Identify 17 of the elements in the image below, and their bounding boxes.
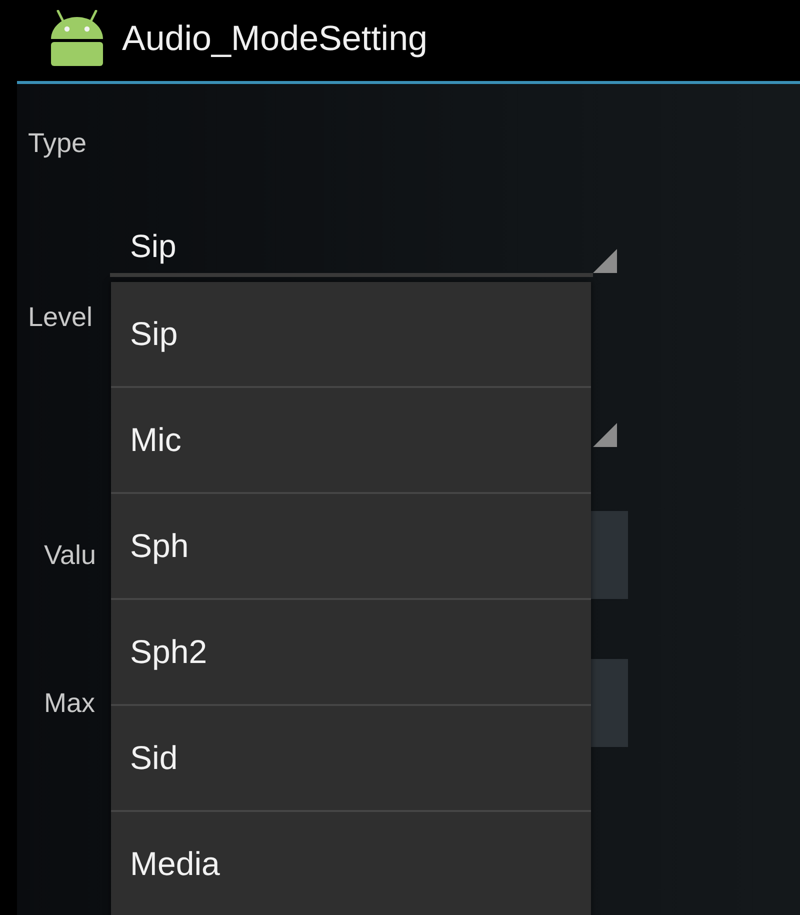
- caret-icon: [593, 249, 617, 273]
- dropdown-option[interactable]: Sip: [111, 282, 591, 388]
- field-label: Max: [44, 688, 96, 718]
- field-label: Valu: [44, 540, 96, 570]
- dropdown-option[interactable]: Mic: [111, 388, 591, 494]
- dropdown-option[interactable]: Sid: [111, 706, 591, 812]
- type-dropdown[interactable]: Sip: [110, 220, 617, 277]
- input-field[interactable]: [591, 659, 628, 747]
- window-title: Audio_ModeSetting: [122, 18, 428, 60]
- field-label: Level: [28, 302, 93, 332]
- field-label: Type: [28, 128, 87, 158]
- dropdown-option[interactable]: Media: [111, 812, 591, 915]
- dropdown-option[interactable]: Sph: [111, 494, 591, 600]
- dropdown-option[interactable]: Sph2: [111, 600, 591, 706]
- input-field[interactable]: [591, 511, 628, 599]
- robot-icon: [48, 10, 106, 66]
- caret-icon[interactable]: [593, 423, 617, 447]
